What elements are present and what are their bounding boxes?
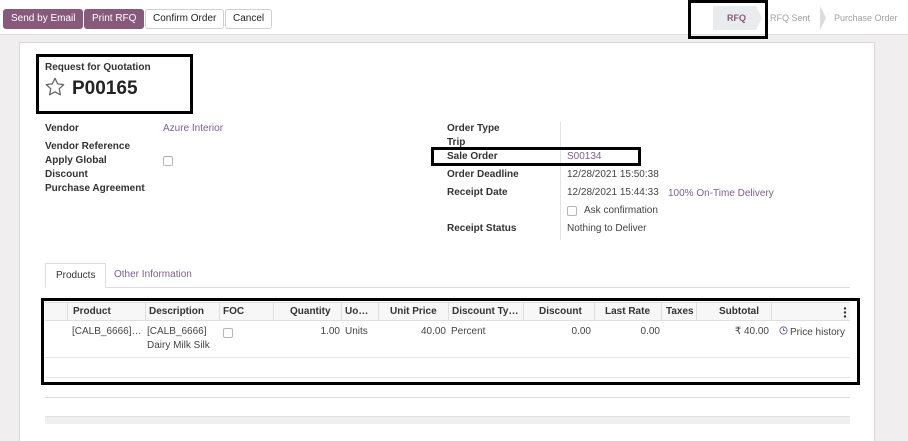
receipt-date-label: Receipt Date (447, 187, 508, 198)
price-history-link[interactable]: Price history (779, 326, 845, 338)
apply-global-label: Apply Global (45, 155, 107, 166)
ask-confirmation-checkbox[interactable] (567, 206, 577, 216)
stage-rfq[interactable]: RFQ (713, 6, 762, 30)
stage-rfq-sent[interactable]: RFQ Sent (756, 6, 827, 30)
row-description-line2[interactable]: Dairy Milk Silk (147, 340, 210, 351)
order-deadline-value[interactable]: 12/28/2021 15:50:38 (567, 169, 659, 180)
table-empty-row (45, 358, 850, 378)
row-foc-checkbox[interactable] (223, 328, 233, 338)
sale-order-label: Sale Order (447, 151, 498, 162)
vendor-reference-label: Vendor Reference (45, 141, 131, 152)
receipt-date-value[interactable]: 12/28/2021 15:44:33 (567, 187, 659, 198)
column-separator (594, 303, 595, 321)
tab-other-information[interactable]: Other Information (104, 263, 202, 288)
status-bar: RFQ RFQ Sent Purchase Order (713, 6, 904, 30)
table-row[interactable]: [CALB_6666]… [CALB_6666] Dairy Milk Silk… (45, 321, 850, 358)
column-header-foc[interactable]: FOC (223, 306, 244, 317)
row-last-rate[interactable]: 0.00 (605, 326, 660, 337)
column-header-discount-type[interactable]: Discount Ty… (452, 306, 518, 317)
clock-icon (779, 326, 788, 338)
column-header-unit-price[interactable]: Unit Price (390, 306, 437, 317)
column-header-discount[interactable]: Discount (539, 306, 582, 317)
row-product[interactable]: [CALB_6666]… (72, 326, 142, 337)
purchase-agreement-label: Purchase Agreement (45, 183, 145, 194)
print-rfq-button[interactable]: Print RFQ (84, 9, 145, 29)
confirm-order-button[interactable]: Confirm Order (145, 9, 225, 29)
sale-order-value[interactable]: S00134 (567, 151, 601, 162)
stage-purchase-order[interactable]: Purchase Order (820, 6, 904, 30)
column-header-subtotal[interactable]: Subtotal (719, 306, 759, 317)
column-header-last-rate[interactable]: Last Rate (605, 306, 650, 317)
receipt-status-value: Nothing to Deliver (567, 223, 647, 234)
field-divider (560, 122, 561, 240)
table-header: Product Description FOC Quantity Uo… Uni… (45, 302, 850, 321)
column-header-quantity[interactable]: Quantity (290, 306, 331, 317)
column-header-product[interactable]: Product (73, 306, 111, 317)
row-description-line1[interactable]: [CALB_6666] (147, 326, 207, 337)
column-header-taxes[interactable]: Taxes (666, 306, 694, 317)
column-separator (523, 303, 524, 321)
column-separator (67, 303, 68, 321)
footer-strip (45, 416, 850, 424)
row-subtotal: ₹ 40.00 (734, 326, 769, 337)
notebook-tabs: Products Other Information (45, 263, 850, 288)
stage-rfq-sent-label: RFQ Sent (770, 13, 811, 23)
vendor-label: Vendor (45, 123, 79, 134)
column-separator (448, 303, 449, 321)
price-history-label: Price history (790, 326, 846, 338)
stage-rfq-label: RFQ (727, 13, 746, 23)
document-type-label: Request for Quotation (45, 62, 151, 73)
ask-confirmation-label: Ask confirmation (584, 205, 658, 216)
column-separator (378, 303, 379, 321)
trip-label: Trip (447, 137, 466, 148)
on-time-delivery-link[interactable]: 100% On-Time Delivery (668, 188, 774, 199)
column-separator (145, 303, 146, 321)
column-header-uom[interactable]: Uo… (345, 306, 368, 317)
column-header-description[interactable]: Description (149, 306, 204, 317)
document-number: P00165 (72, 78, 138, 99)
section-divider (45, 397, 850, 398)
column-separator (341, 303, 342, 321)
row-uom[interactable]: Units (345, 326, 368, 337)
column-separator (696, 303, 697, 321)
vendor-value[interactable]: Azure Interior (163, 123, 223, 134)
send-by-email-button[interactable]: Send by Email (3, 9, 84, 29)
control-panel: Send by Email Print RFQ Confirm Order Ca… (0, 0, 908, 35)
row-discount[interactable]: 0.00 (535, 326, 591, 337)
column-separator (771, 303, 772, 321)
apply-global-discount-checkbox[interactable] (163, 156, 173, 166)
row-quantity[interactable]: 1.00 (285, 326, 340, 337)
column-options-icon[interactable] (843, 307, 847, 321)
receipt-status-label: Receipt Status (447, 223, 517, 234)
stage-purchase-order-label: Purchase Order (834, 13, 898, 23)
column-separator (219, 303, 220, 321)
form-sheet (19, 42, 875, 441)
column-separator (273, 303, 274, 321)
order-type-label: Order Type (447, 123, 500, 134)
row-discount-type[interactable]: Percent (451, 326, 485, 337)
order-deadline-label: Order Deadline (447, 169, 519, 180)
cancel-button[interactable]: Cancel (225, 9, 273, 29)
star-outline-icon[interactable] (44, 76, 66, 101)
column-separator (661, 303, 662, 321)
tab-products[interactable]: Products (45, 263, 107, 288)
discount-label: Discount (45, 169, 88, 180)
row-unit-price[interactable]: 40.00 (385, 326, 446, 337)
